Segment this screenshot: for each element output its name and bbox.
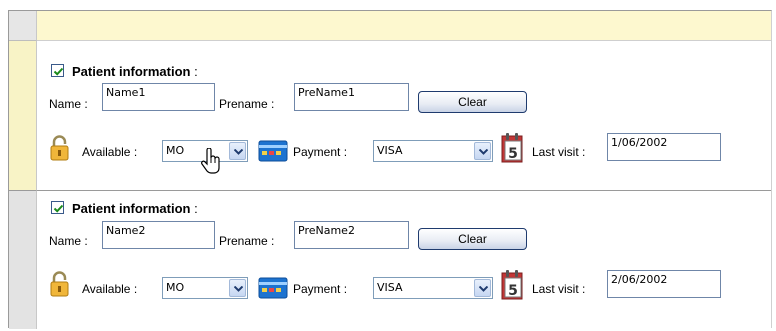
- corner-header: [9, 11, 37, 41]
- checkmark-icon: [53, 67, 64, 76]
- available-value: MO: [166, 281, 185, 294]
- prename-label: Prename :: [219, 234, 275, 248]
- name-label: Name :: [49, 234, 88, 248]
- name-label: Name :: [49, 97, 88, 111]
- prename-input[interactable]: PreName2: [294, 221, 409, 249]
- section-title: Patient information :: [72, 64, 198, 79]
- checkmark-icon: [53, 204, 64, 213]
- chevron-down-icon: [479, 149, 488, 155]
- name-input[interactable]: Name1: [102, 83, 215, 111]
- section-title-colon: :: [194, 201, 198, 216]
- patient-info-checkbox[interactable]: [51, 201, 64, 214]
- last-visit-input[interactable]: 2/06/2002: [607, 270, 721, 298]
- available-value: MO: [166, 144, 185, 157]
- payment-card-icon: [258, 276, 288, 303]
- calendar-day: 5: [508, 283, 518, 299]
- last-visit-label: Last visit :: [532, 145, 586, 159]
- row-header-1[interactable]: [9, 41, 37, 191]
- payment-select[interactable]: VISA: [373, 140, 493, 162]
- calendar-icon[interactable]: 5: [500, 269, 526, 304]
- clear-button[interactable]: Clear: [418, 91, 527, 113]
- payment-value: VISA: [377, 281, 403, 294]
- last-visit-label: Last visit :: [532, 282, 586, 296]
- available-label: Available :: [82, 282, 138, 296]
- dropdown-button[interactable]: [474, 142, 491, 160]
- patient-info-checkbox[interactable]: [51, 64, 64, 77]
- calendar-icon[interactable]: 5: [500, 132, 526, 167]
- section-title-colon: :: [194, 64, 198, 79]
- dropdown-button[interactable]: [474, 279, 491, 297]
- payment-label: Payment :: [293, 145, 348, 159]
- calendar-day: 5: [508, 146, 518, 162]
- chevron-down-icon: [234, 286, 243, 292]
- available-select[interactable]: MO: [162, 277, 248, 299]
- patient-row-2: Patient information : Name : Name2 Prena…: [37, 191, 771, 329]
- data-grid: Patient information : Name : Name1 Prena…: [8, 10, 772, 329]
- payment-card-icon: [258, 139, 288, 166]
- hand-pointer-icon: [201, 147, 223, 177]
- payment-value: VISA: [377, 144, 403, 157]
- payment-select[interactable]: VISA: [373, 277, 493, 299]
- row-header-2[interactable]: [9, 191, 37, 329]
- dropdown-button[interactable]: [229, 279, 246, 297]
- chevron-down-icon: [234, 149, 243, 155]
- section-title-text: Patient information: [72, 201, 191, 216]
- prename-label: Prename :: [219, 97, 275, 111]
- name-input[interactable]: Name2: [102, 221, 215, 249]
- patient-row-1: Patient information : Name : Name1 Prena…: [37, 41, 771, 191]
- clear-button[interactable]: Clear: [418, 228, 527, 250]
- prename-input[interactable]: PreName1: [294, 83, 409, 111]
- section-title: Patient information :: [72, 201, 198, 216]
- lock-icon: [50, 135, 69, 164]
- payment-label: Payment :: [293, 282, 348, 296]
- lock-icon: [50, 271, 69, 300]
- last-visit-input[interactable]: 1/06/2002: [607, 133, 721, 161]
- chevron-down-icon: [479, 286, 488, 292]
- available-label: Available :: [82, 145, 138, 159]
- section-title-text: Patient information: [72, 64, 191, 79]
- column-header: [37, 11, 771, 41]
- dropdown-button[interactable]: [229, 142, 246, 160]
